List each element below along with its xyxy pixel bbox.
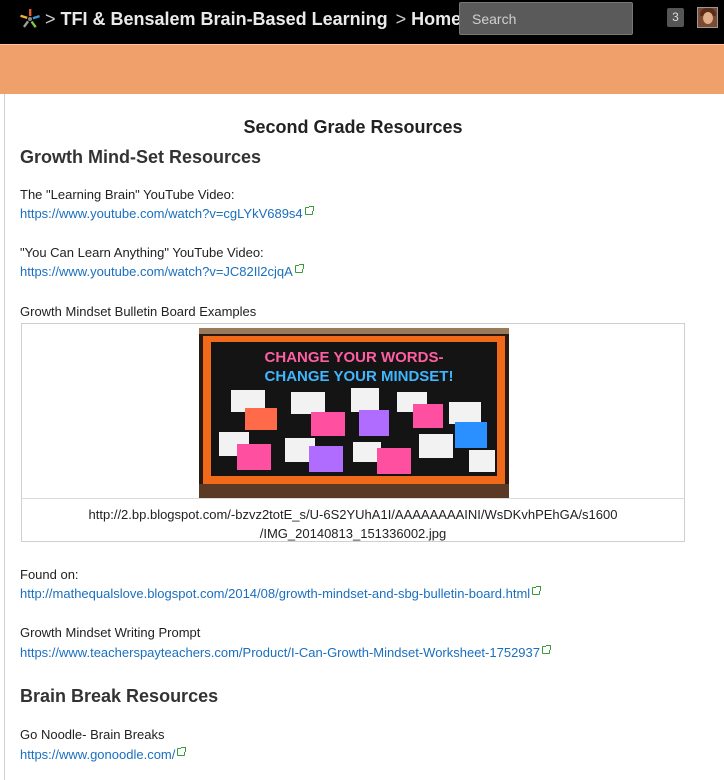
bulletin-line-2: CHANGE YOUR MINDSET! (265, 368, 454, 385)
image-table: CHANGE YOUR WORDS- CHANGE YOUR MINDSET! … (21, 323, 685, 542)
external-link-icon (304, 206, 314, 215)
item-label: The "Learning Brain" YouTube Video: (20, 187, 235, 202)
item-label: "You Can Learn Anything" YouTube Video: (20, 245, 264, 260)
search-input[interactable] (459, 2, 633, 35)
link-text[interactable]: http://mathequalslove.blogspot.com/2014/… (20, 586, 530, 601)
teacherspayteachers-link[interactable]: https://www.teacherspayteachers.com/Prod… (20, 645, 551, 660)
external-link-icon (542, 645, 551, 654)
item-label: Growth Mindset Bulletin Board Examples (20, 304, 257, 319)
bulletin-line-1: CHANGE YOUR WORDS- (265, 349, 444, 366)
link-text[interactable]: https://www.teacherspayteachers.com/Prod… (20, 645, 540, 660)
breadcrumb-home[interactable]: Home (411, 9, 461, 30)
chevron-right-icon: > (45, 8, 56, 29)
section-heading-growth-mindset: Growth Mind-Set Resources (20, 147, 262, 167)
external-link-icon (177, 747, 187, 756)
page-title: Second Grade Resources (243, 117, 463, 137)
link-text[interactable]: https://www.gonoodle.com/ (20, 747, 175, 762)
external-link-icon (294, 264, 304, 273)
external-link-icon (532, 586, 542, 595)
link-text[interactable]: https://www.youtube.com/watch?v=JC82Il2c… (20, 264, 293, 279)
bulletin-board-image[interactable]: CHANGE YOUR WORDS- CHANGE YOUR MINDSET! (199, 328, 509, 498)
item-label: Growth Mindset Writing Prompt (20, 625, 201, 640)
gonoodle-link[interactable]: https://www.gonoodle.com/ (20, 747, 187, 762)
notification-badge[interactable]: 3 (667, 8, 684, 27)
section-heading-brain-break: Brain Break Resources (20, 686, 219, 706)
chevron-right-icon: > (390, 8, 407, 29)
mathequalslove-link[interactable]: http://mathequalslove.blogspot.com/2014/… (20, 586, 542, 601)
item-label: Go Noodle- Brain Breaks (20, 727, 165, 742)
avatar-face (703, 12, 713, 24)
wiki-banner (0, 44, 724, 94)
breadcrumb: > TFI & Bensalem Brain-Based Learning > … (42, 8, 461, 30)
breadcrumb-wiki-name[interactable]: TFI & Bensalem Brain-Based Learning (61, 9, 388, 30)
image-caption: http://2.bp.blogspot.com/-bzvz2totE_s/U-… (22, 505, 684, 543)
image-caption-line-1: http://2.bp.blogspot.com/-bzvz2totE_s/U-… (88, 507, 618, 522)
table-divider (22, 498, 684, 499)
top-navigation-bar: > TFI & Bensalem Brain-Based Learning > … (0, 0, 724, 44)
youtube-learning-brain-link[interactable]: https://www.youtube.com/watch?v=cgLYkV68… (20, 206, 314, 221)
site-logo-icon[interactable] (19, 8, 41, 30)
item-label: Found on: (20, 567, 79, 582)
avatar[interactable] (697, 7, 718, 28)
image-caption-line-2: /IMG_20140813_151336002.jpg (259, 526, 447, 541)
youtube-learn-anything-link[interactable]: https://www.youtube.com/watch?v=JC82Il2c… (20, 264, 304, 279)
link-text[interactable]: https://www.youtube.com/watch?v=cgLYkV68… (20, 206, 303, 221)
